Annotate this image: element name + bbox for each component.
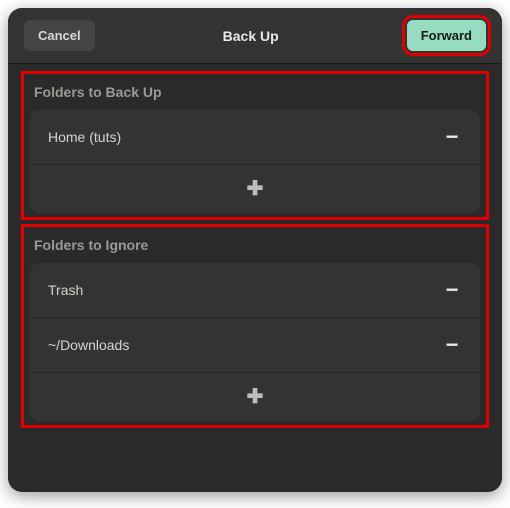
folder-label: Home (tuts) <box>48 129 121 145</box>
list-item: ~/Downloads − <box>30 318 480 373</box>
window-title: Back Up <box>95 28 407 44</box>
plus-icon: ✚ <box>247 387 264 407</box>
backup-window: Cancel Back Up Forward Folders to Back U… <box>8 8 502 492</box>
content-area: Folders to Back Up Home (tuts) − ✚ Folde… <box>8 64 502 492</box>
folder-label: ~/Downloads <box>48 337 129 353</box>
header-bar: Cancel Back Up Forward <box>8 8 502 64</box>
add-ignore-folder-button[interactable]: ✚ <box>30 373 480 421</box>
section-title-ignore: Folders to Ignore <box>30 233 480 263</box>
folders-to-ignore-section: Folders to Ignore Trash − ~/Downloads − … <box>24 227 486 425</box>
remove-icon[interactable]: − <box>442 334 462 356</box>
backup-folder-list: Home (tuts) − ✚ <box>30 110 480 213</box>
folder-label: Trash <box>48 282 83 298</box>
add-backup-folder-button[interactable]: ✚ <box>30 165 480 213</box>
plus-icon: ✚ <box>247 179 264 199</box>
remove-icon[interactable]: − <box>442 126 462 148</box>
folders-to-backup-section: Folders to Back Up Home (tuts) − ✚ <box>24 74 486 217</box>
list-item: Home (tuts) − <box>30 110 480 165</box>
list-item: Trash − <box>30 263 480 318</box>
section-title-backup: Folders to Back Up <box>30 80 480 110</box>
remove-icon[interactable]: − <box>442 279 462 301</box>
cancel-button[interactable]: Cancel <box>24 20 95 51</box>
forward-button[interactable]: Forward <box>407 20 486 51</box>
ignore-folder-list: Trash − ~/Downloads − ✚ <box>30 263 480 421</box>
